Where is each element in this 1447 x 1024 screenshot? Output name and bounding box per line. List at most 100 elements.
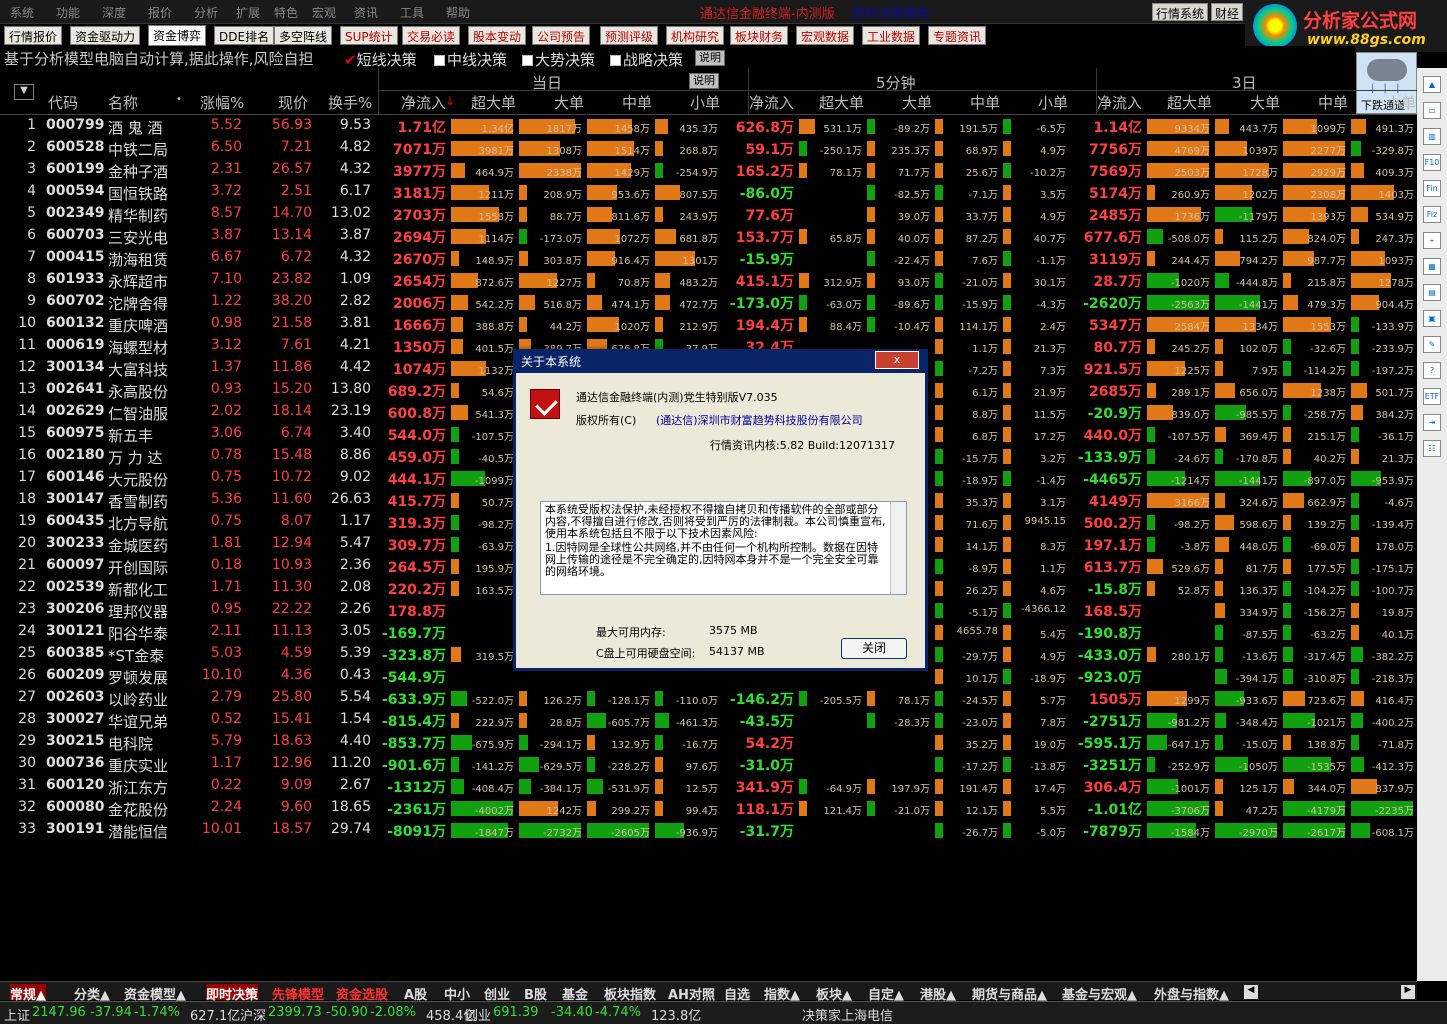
- bottom-tab-10[interactable]: 基金: [562, 984, 588, 1003]
- finance-button[interactable]: 财经: [1211, 3, 1244, 21]
- col-turn[interactable]: 换手%: [328, 92, 372, 113]
- tab-3[interactable]: DDE排名: [214, 26, 275, 45]
- table-row[interactable]: 31 600120 浙江东方 0.22 9.09 2.67 -1312万 341.9万 306.…: [0, 775, 1417, 797]
- tab-1[interactable]: 资金驱动力: [70, 26, 141, 45]
- tab-2[interactable]: 资金博弈: [148, 25, 207, 46]
- today-explain-button[interactable]: 说明: [689, 73, 719, 89]
- export-icon[interactable]: ⇥: [1423, 414, 1441, 431]
- scroll-right-icon[interactable]: ▶: [1401, 985, 1415, 999]
- table-row[interactable]: 8 601933 永辉超市 7.10 23.82 1.09 2654万 415.1万 28.7万…: [0, 269, 1417, 291]
- table-row[interactable]: 5 002349 精华制药 8.57 14.70 13.02 2703万 77.6万 2485万…: [0, 203, 1417, 225]
- table-row[interactable]: 28 300027 华谊兄弟 0.52 15.41 1.54 -815.4万 -43.5万 -2…: [0, 709, 1417, 731]
- menu-item-3[interactable]: 报价: [148, 4, 172, 21]
- bottom-tab-17[interactable]: 港股▲: [920, 984, 956, 1003]
- table-row[interactable]: 33 300191 潜能恒信 10.01 18.57 29.74 -8091万 -31.7万 -…: [0, 819, 1417, 841]
- col-chg[interactable]: 涨幅%: [200, 92, 244, 113]
- menu-item-4[interactable]: 分析: [194, 4, 218, 21]
- dialog-close-button[interactable]: 关闭: [841, 638, 907, 659]
- col-super-1[interactable]: 超大单: [808, 92, 864, 113]
- bottom-tab-12[interactable]: AH对照: [668, 984, 715, 1003]
- decision-option-2[interactable]: 大势决策: [522, 49, 595, 70]
- window-icon[interactable]: ▭: [1423, 102, 1441, 119]
- tab-0[interactable]: 行情报价: [4, 26, 63, 45]
- col-large-1[interactable]: 大单: [876, 92, 932, 113]
- tab-5[interactable]: SUP统计: [340, 26, 398, 45]
- tab-10[interactable]: 机构研究: [666, 26, 725, 45]
- checkbox-icon[interactable]: [522, 55, 533, 66]
- col-super-0[interactable]: 超大单: [460, 92, 516, 113]
- col-super-2[interactable]: 超大单: [1156, 92, 1212, 113]
- dialog-close-x-button[interactable]: x: [875, 351, 919, 369]
- checkbox-icon[interactable]: [434, 55, 445, 66]
- fiz-icon[interactable]: Fiz: [1423, 206, 1441, 223]
- col-small-2[interactable]: 小单: [1360, 92, 1416, 113]
- table-row[interactable]: 7 000415 渤海租赁 6.67 6.72 4.32 2670万 -15.9万 3119万 1…: [0, 247, 1417, 269]
- license-textbox[interactable]: 本系统受版权法保护,未经授权不得擅自拷贝和传播软件的全部或部分内容,不得擅自进行…: [540, 501, 907, 595]
- menu-item-9[interactable]: 工具: [400, 4, 424, 21]
- bottom-tab-15[interactable]: 板块▲: [816, 984, 852, 1003]
- table-row[interactable]: 3 600199 金种子酒 2.31 26.57 4.32 3977万 165.2万 7569万…: [0, 159, 1417, 181]
- tab-7[interactable]: 股本变动: [468, 26, 527, 45]
- bottom-tab-13[interactable]: 自选: [724, 984, 750, 1003]
- col-net-2[interactable]: 净流入: [1086, 92, 1142, 113]
- table-row[interactable]: 32 600080 金花股份 2.24 9.60 18.65 -2361万 118.1万 -1.…: [0, 797, 1417, 819]
- bottom-tab-18[interactable]: 期货与商品▲: [972, 984, 1047, 1003]
- bottom-tab-9[interactable]: B股: [524, 984, 547, 1003]
- bottom-tab-6[interactable]: A股: [404, 984, 427, 1003]
- sort-dropdown-icon[interactable]: ▼: [14, 84, 34, 100]
- bottom-tab-4[interactable]: 先锋模型: [272, 984, 324, 1003]
- up-arrow-icon[interactable]: ▲: [1423, 76, 1441, 93]
- menu-item-5[interactable]: 扩展: [236, 4, 260, 21]
- bottom-tab-20[interactable]: 外盘与指数▲: [1154, 984, 1229, 1003]
- bottom-tab-14[interactable]: 指数▲: [764, 984, 800, 1003]
- tab-6[interactable]: 交易必读: [402, 26, 461, 45]
- col-small-0[interactable]: 小单: [664, 92, 720, 113]
- tab-8[interactable]: 公司预告: [532, 26, 591, 45]
- pin-icon[interactable]: ✎: [1423, 336, 1441, 353]
- etf-icon[interactable]: ETF: [1423, 388, 1441, 405]
- checkbox-icon[interactable]: [610, 55, 621, 66]
- menu-item-7[interactable]: 宏观: [312, 4, 336, 21]
- tab-14[interactable]: 专题资讯: [928, 26, 987, 45]
- folder-icon[interactable]: ▤: [1423, 284, 1441, 301]
- license-scrollbar[interactable]: [890, 502, 906, 594]
- chart-icon[interactable]: ▥: [1423, 128, 1441, 145]
- col-large-2[interactable]: 大单: [1224, 92, 1280, 113]
- bottom-tab-11[interactable]: 板块指数: [604, 984, 656, 1003]
- grid-icon[interactable]: ▦: [1423, 258, 1441, 275]
- help-icon[interactable]: ?: [1423, 362, 1441, 379]
- decision-option-3[interactable]: 战略决策: [610, 49, 683, 70]
- bottom-tab-5[interactable]: 资金选股: [336, 984, 388, 1003]
- market-system-button[interactable]: 行情系统: [1152, 3, 1209, 21]
- col-net-0[interactable]: 净流入: [390, 92, 446, 113]
- col-small-1[interactable]: 小单: [1012, 92, 1068, 113]
- f10-icon[interactable]: F10: [1423, 154, 1441, 171]
- tab-12[interactable]: 宏观数据: [796, 26, 855, 45]
- tab-4[interactable]: 多空阵线: [274, 26, 333, 45]
- table-row[interactable]: 10 600132 重庆啤酒 0.98 21.58 3.81 1666万 194.4万 5347…: [0, 313, 1417, 335]
- bottom-tab-3[interactable]: 即时决策: [206, 984, 259, 1003]
- finance-icon[interactable]: Fin: [1423, 180, 1441, 197]
- table-row[interactable]: 4 000594 国恒铁路 3.72 2.51 6.17 3181万 -86.0万 5174万 1…: [0, 181, 1417, 203]
- bag-icon[interactable]: ▣: [1423, 310, 1441, 327]
- copyright-owner-link[interactable]: (通达信)深圳市财富趋势科技股份有限公司: [656, 412, 863, 428]
- bottom-tab-19[interactable]: 基金与宏观▲: [1062, 984, 1137, 1003]
- bottom-tab-8[interactable]: 创业: [484, 984, 510, 1003]
- tab-13[interactable]: 工业数据: [862, 26, 921, 45]
- menu-item-2[interactable]: 深度: [102, 4, 126, 21]
- checkmark-icon[interactable]: ✔: [344, 51, 357, 69]
- decision-explain-button[interactable]: 说明: [695, 50, 725, 66]
- col-mid-2[interactable]: 中单: [1292, 92, 1348, 113]
- tab-11[interactable]: 板块财务: [730, 26, 789, 45]
- table-row[interactable]: 27 002603 以岭药业 2.79 25.80 5.54 -633.9万 -146.2万 1…: [0, 687, 1417, 709]
- scroll-left-icon[interactable]: ◀: [1244, 985, 1258, 999]
- table-row[interactable]: 1 000799 酒 鬼 酒 5.52 56.93 9.53 1.71亿 626.8万 1.14…: [0, 115, 1417, 137]
- bottom-tab-1[interactable]: 分类▲: [74, 984, 110, 1003]
- table-row[interactable]: 2 600528 中铁二局 6.50 7.21 4.82 7071万 59.1万 7756万 39…: [0, 137, 1417, 159]
- tick-icon[interactable]: ⌁: [1423, 232, 1441, 249]
- table-row[interactable]: 30 000736 重庆实业 1.17 12.96 11.20 -901.6万 -31.0万 -…: [0, 753, 1417, 775]
- col-mid-0[interactable]: 中单: [596, 92, 652, 113]
- col-mid-1[interactable]: 中单: [944, 92, 1000, 113]
- col-net-1[interactable]: 净流入: [738, 92, 794, 113]
- bottom-tab-0[interactable]: 常规▲: [10, 984, 46, 1003]
